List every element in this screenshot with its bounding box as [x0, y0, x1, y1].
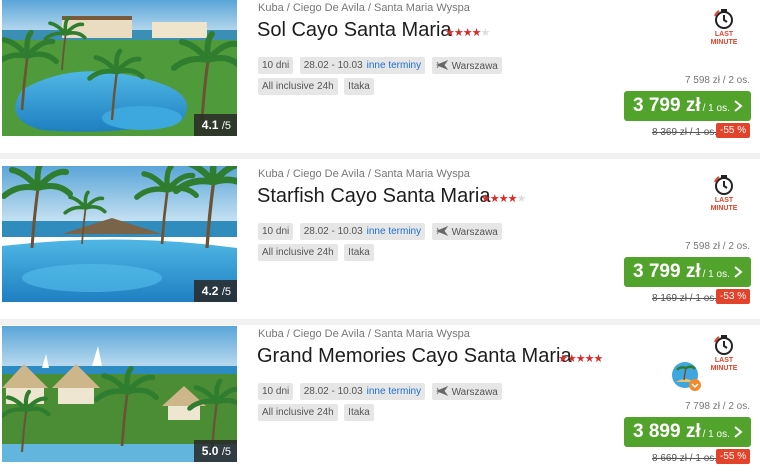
- price-unit: / 1 os.: [702, 269, 730, 280]
- breadcrumb[interactable]: Kuba / Ciego De Avila / Santa Maria Wysp…: [258, 2, 470, 14]
- dates-tag: 28.02 - 10.03 inne terminy: [299, 223, 426, 240]
- operator-tag: Itaka: [344, 78, 374, 95]
- operator-tag: Itaka: [344, 404, 374, 421]
- offer-card[interactable]: 5.0 /5 Kuba / Ciego De Avila / Santa Mar…: [0, 326, 760, 473]
- board-tag: All inclusive 24h: [258, 244, 338, 261]
- dates-tag: 28.02 - 10.03 inne terminy: [299, 383, 426, 400]
- breadcrumb[interactable]: Kuba / Ciego De Avila / Santa Maria Wysp…: [258, 328, 470, 340]
- dates-tag: 28.02 - 10.03 inne terminy: [299, 57, 426, 74]
- plane-icon: [435, 226, 448, 236]
- hotel-stars: ★★★★★: [558, 353, 603, 365]
- price-unit: / 1 os.: [702, 103, 730, 114]
- rating-badge: 4.1 /5: [193, 114, 237, 136]
- price-button[interactable]: 3 799 zł/ 1 os.: [624, 91, 751, 121]
- breadcrumb[interactable]: Kuba / Ciego De Avila / Santa Maria Wysp…: [258, 168, 470, 180]
- price-button[interactable]: 3 799 zł/ 1 os.: [624, 257, 751, 287]
- price-for-two: 7 598 zł / 2 os.: [684, 75, 750, 86]
- duration-tag: 10 dni: [258, 57, 294, 74]
- duration-tag: 10 dni: [258, 223, 294, 240]
- price-value: 3 799 zł: [633, 95, 701, 116]
- hotel-photo[interactable]: 4.1 /5: [2, 0, 237, 136]
- other-dates-link[interactable]: inne terminy: [367, 226, 421, 237]
- operator-tag: Itaka: [344, 244, 374, 261]
- other-dates-link[interactable]: inne terminy: [367, 60, 421, 71]
- rating-badge: 5.0 /5: [193, 440, 237, 462]
- last-minute-badge: LAST MINUTE: [704, 334, 744, 373]
- old-price: 8 369 zł / 1 os.: [652, 127, 718, 138]
- plane-icon: [435, 386, 448, 396]
- last-minute-clock-icon: [714, 335, 733, 355]
- old-price: 8 669 zł / 1 os.: [652, 453, 718, 464]
- promo-island-icon: [672, 362, 701, 391]
- old-price: 8 169 zł / 1 os.: [652, 293, 718, 304]
- discount-badge: -53 %: [716, 289, 751, 304]
- hotel-photo[interactable]: 4.2 /5: [2, 166, 237, 302]
- offer-card[interactable]: 4.1 /5 Kuba / Ciego De Avila / Santa Mar…: [0, 0, 760, 152]
- hotel-name-link[interactable]: Grand Memories Cayo Santa Maria: [257, 345, 572, 368]
- hotel-name-link[interactable]: Sol Cayo Santa Maria: [257, 19, 452, 42]
- price-for-two: 7 798 zł / 2 os.: [684, 401, 750, 412]
- offer-divider: [0, 319, 760, 325]
- last-minute-clock-icon: [714, 9, 733, 29]
- price-unit: / 1 os.: [702, 429, 730, 440]
- rating-badge: 4.2 /5: [193, 280, 237, 302]
- discount-badge: -55 %: [716, 123, 751, 138]
- last-minute-label-1: LAST: [714, 197, 734, 204]
- last-minute-clock-icon: [714, 175, 733, 195]
- departure-tag: Warszawa: [431, 223, 502, 240]
- board-tag: All inclusive 24h: [258, 78, 338, 95]
- price-for-two: 7 598 zł / 2 os.: [684, 241, 750, 252]
- discount-badge: -55 %: [716, 449, 751, 464]
- departure-tag: Warszawa: [431, 57, 502, 74]
- last-minute-label-2: MINUTE: [710, 365, 738, 372]
- hotel-stars: ★★★★★: [445, 27, 490, 39]
- other-dates-link[interactable]: inne terminy: [367, 386, 421, 397]
- price-value: 3 799 zł: [633, 261, 701, 282]
- offer-tags: 10 dni 28.02 - 10.03 inne terminy Warszaw…: [258, 57, 568, 99]
- chevron-right-icon: [734, 426, 743, 438]
- hotel-photo[interactable]: 5.0 /5: [2, 326, 237, 462]
- last-minute-label-1: LAST: [714, 357, 734, 364]
- departure-tag: Warszawa: [431, 383, 502, 400]
- chevron-right-icon: [734, 266, 743, 278]
- last-minute-label-1: LAST: [714, 31, 734, 38]
- hotel-name-link[interactable]: Starfish Cayo Santa Maria: [257, 185, 490, 208]
- price-button[interactable]: 3 899 zł/ 1 os.: [624, 417, 751, 447]
- chevron-right-icon: [734, 100, 743, 112]
- last-minute-badge: LAST MINUTE: [704, 174, 744, 213]
- offer-tags: 10 dni 28.02 - 10.03 inne terminy Warszaw…: [258, 383, 568, 425]
- last-minute-label-2: MINUTE: [710, 39, 738, 46]
- offer-tags: 10 dni 28.02 - 10.03 inne terminy Warszaw…: [258, 223, 568, 265]
- last-minute-label-2: MINUTE: [710, 205, 738, 212]
- price-value: 3 899 zł: [633, 421, 701, 442]
- offer-card[interactable]: 4.2 /5 Kuba / Ciego De Avila / Santa Mar…: [0, 166, 760, 318]
- board-tag: All inclusive 24h: [258, 404, 338, 421]
- duration-tag: 10 dni: [258, 383, 294, 400]
- plane-icon: [435, 60, 448, 70]
- last-minute-badge: LAST MINUTE: [704, 8, 744, 47]
- offer-divider: [0, 153, 760, 159]
- hotel-stars: ★★★★★: [481, 193, 526, 205]
